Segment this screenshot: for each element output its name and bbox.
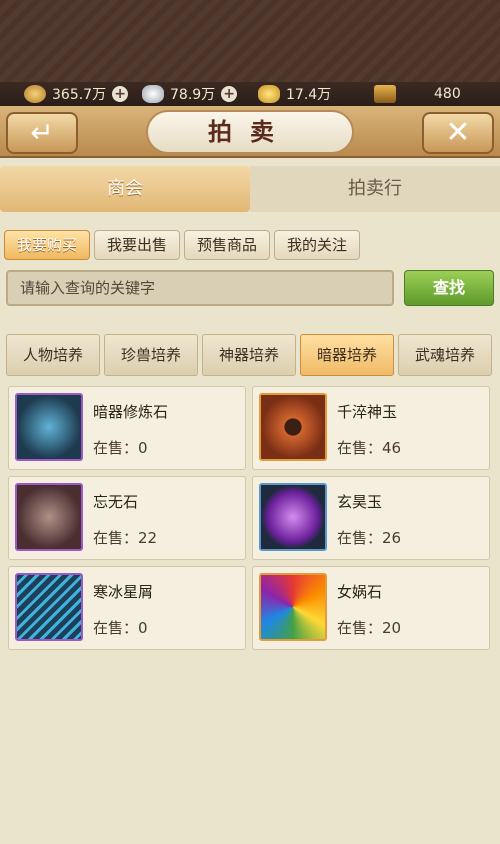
close-icon: ✕ [445,115,471,150]
item-name: 千淬神玉 [337,403,398,421]
back-button[interactable]: ↵ [6,112,78,154]
item-card[interactable]: 忘无石 在售：22 [8,476,246,560]
engraved-stone-icon [15,483,83,551]
item-card[interactable]: 千淬神玉 在售：46 [252,386,490,470]
gold-ingot-icon [258,85,280,103]
add-copper-button[interactable]: + [112,86,129,102]
search-button[interactable]: 查找 [404,270,494,306]
blue-crystal-icon [15,393,83,461]
ice-shards-icon [15,573,83,641]
currency-silver: 78.9万 + [142,82,238,106]
item-card[interactable]: 寒冰星屑 在售：0 [8,566,246,650]
category-martial-soul[interactable]: 武魂培养 [398,334,492,376]
silver-value: 78.9万 [170,87,216,103]
auction-panel: 商会 拍卖行 我要购买 我要出售 预售商品 我的关注 请输入查询的关键字 查找 … [0,158,500,844]
currency-gold: 17.4万 [258,82,331,106]
page-title: 拍卖 [146,110,354,154]
item-stock: 在售：0 [93,439,148,457]
tab-auction-house[interactable]: 拍卖行 [250,166,500,212]
item-card[interactable]: 暗器修炼石 在售：0 [8,386,246,470]
item-stock: 在售：46 [337,439,402,457]
item-card[interactable]: 玄昊玉 在售：26 [252,476,490,560]
title-header: ↵ 拍卖 ✕ [0,106,500,158]
top-background [0,0,500,84]
add-silver-button[interactable]: + [221,86,238,102]
currency-bar: 365.7万 + 78.9万 + 17.4万 480 [0,82,500,106]
purple-orb-icon [259,483,327,551]
back-arrow-icon: ↵ [30,116,54,149]
item-stock: 在售：0 [93,619,148,637]
main-tabs: 商会 拍卖行 [0,166,500,212]
gold-value: 17.4万 [286,87,332,103]
sub-tabs: 我要购买 我要出售 预售商品 我的关注 [4,230,361,260]
search-input[interactable]: 请输入查询的关键字 [6,270,394,306]
treasure-chest-icon [374,85,396,103]
rainbow-stone-icon [259,573,327,641]
item-stock: 在售：26 [337,529,402,547]
tab-sell[interactable]: 我要出售 [94,230,181,260]
category-pet[interactable]: 珍兽培养 [104,334,198,376]
category-artifact[interactable]: 神器培养 [202,334,296,376]
item-name: 忘无石 [93,493,139,511]
tab-buy[interactable]: 我要购买 [4,230,91,260]
item-stock: 在售：22 [93,529,158,547]
silver-ingot-icon [142,85,164,103]
item-name: 寒冰星屑 [93,583,154,601]
copper-coin-icon [24,85,46,103]
category-character[interactable]: 人物培养 [6,334,100,376]
tab-chamber-of-commerce[interactable]: 商会 [0,166,250,212]
category-tabs: 人物培养 珍兽培养 神器培养 暗器培养 武魂培养 [6,334,492,376]
category-hidden-weapon[interactable]: 暗器培养 [300,334,394,376]
close-button[interactable]: ✕ [422,112,494,154]
item-stock: 在售：20 [337,619,402,637]
copper-value: 365.7万 [52,87,107,103]
tab-watchlist[interactable]: 我的关注 [274,230,361,260]
chest-value: 480 [434,86,461,102]
item-name: 女娲石 [337,583,383,601]
currency-chest: 480 [374,82,461,106]
item-card[interactable]: 女娲石 在售：20 [252,566,490,650]
tab-presale[interactable]: 预售商品 [184,230,271,260]
item-name: 玄昊玉 [337,493,383,511]
item-name: 暗器修炼石 [93,403,169,421]
jade-disc-icon [259,393,327,461]
currency-copper: 365.7万 + [24,82,129,106]
